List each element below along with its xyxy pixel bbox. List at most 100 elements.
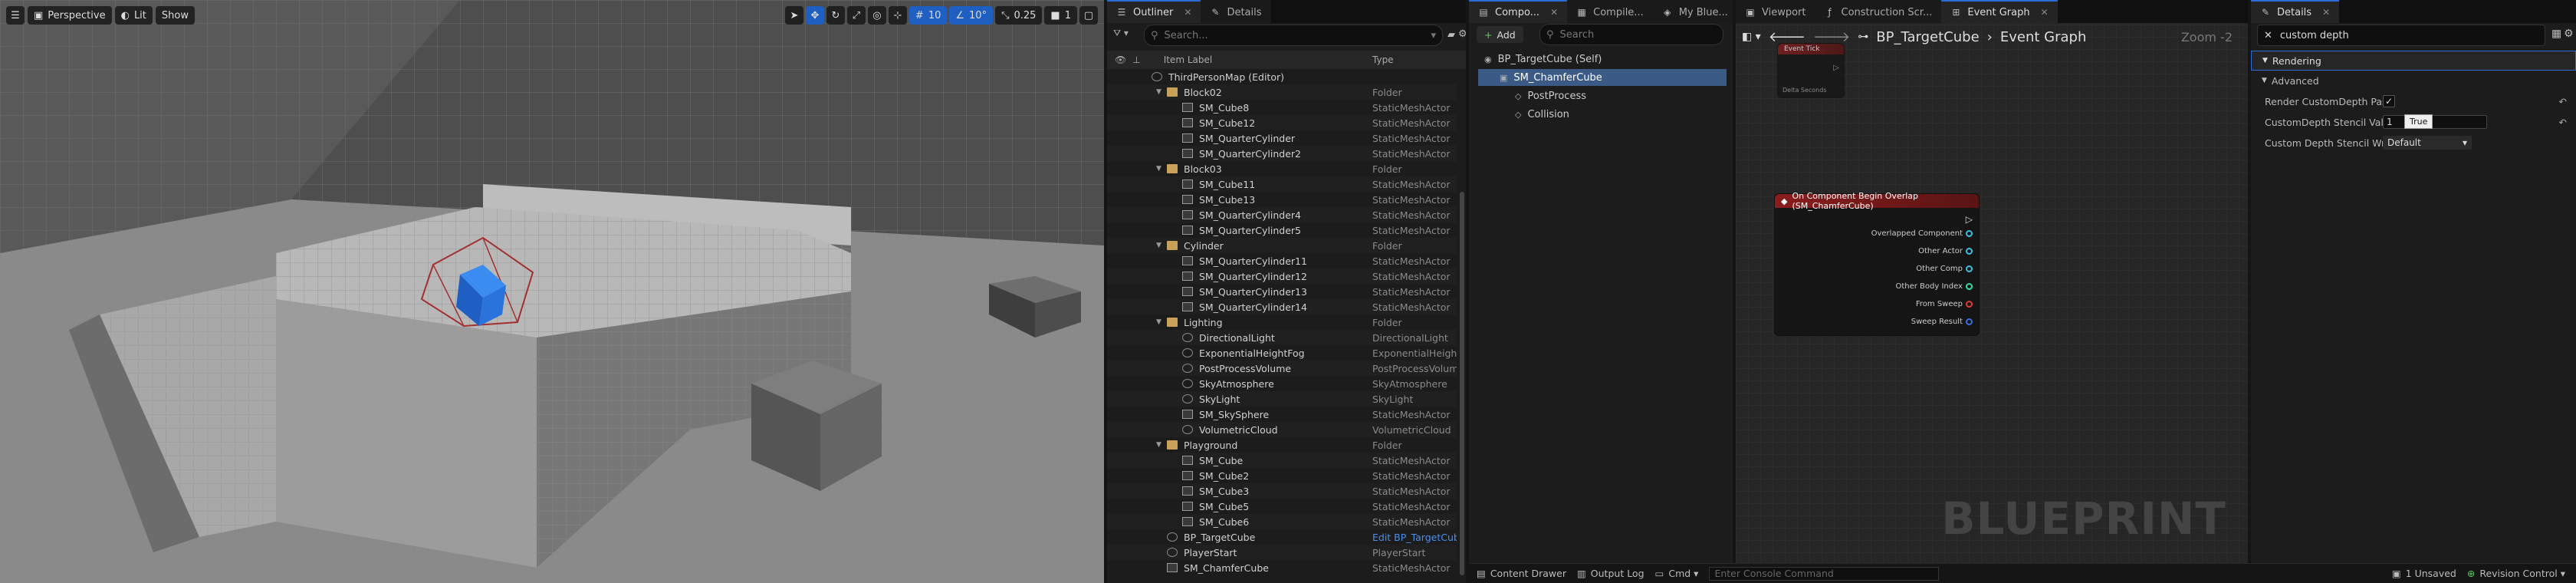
exec-pin-icon[interactable]: ▷ [1833,64,1839,72]
outliner-row[interactable]: SM_QuarterCylinder StaticMeshActor [1107,130,1457,146]
translate-tool-icon[interactable]: ✥ [805,6,824,25]
expand-arrow-icon[interactable]: ▼ [1156,441,1167,449]
pin-connector-icon[interactable] [1966,283,1973,290]
viewport-scene[interactable] [0,0,1104,583]
pin-connector-icon[interactable] [1966,248,1973,255]
close-icon[interactable]: ✕ [2041,7,2049,18]
outliner-row[interactable]: SM_Cube2 StaticMeshActor [1107,468,1457,483]
scale-snap-toggle[interactable]: ⤡ 0.25 [995,6,1043,25]
pin-connector-icon[interactable] [1966,318,1973,325]
details-search-input[interactable]: ✕ custom depth [2257,25,2545,46]
outliner-row[interactable]: ThirdPersonMap (Editor) [1107,69,1457,84]
tab-construction-script[interactable]: ƒ Construction Scr... [1815,0,1942,23]
col-type[interactable]: Type [1372,54,1394,65]
outliner-row[interactable]: SM_QuarterCylinder12 StaticMeshActor [1107,268,1457,284]
content-drawer-button[interactable]: ▤ Content Drawer [1477,568,1566,579]
component-item[interactable]: ◉ BP_TargetCube (Self) [1478,51,1727,68]
visibility-icon[interactable]: 👁 [1115,54,1126,65]
outliner-row[interactable]: SM_Cube13 StaticMeshActor [1107,192,1457,207]
node-output-pin[interactable]: Other Actor [1918,247,1973,255]
component-item[interactable]: ◇ PostProcess [1478,87,1727,104]
render-custom-depth-checkbox[interactable]: ✓ [2383,95,2395,107]
outliner-row[interactable]: SM_ChamferCube StaticMeshActor [1107,560,1457,575]
outliner-row[interactable]: ▼ Cylinder Folder [1107,238,1457,253]
revision-control-button[interactable]: ⊕ Revision Control ▾ [2467,568,2565,579]
tab-components[interactable]: ▤ Compo... ✕ [1469,0,1568,23]
outliner-row[interactable]: ExponentialHeightFog ExponentialHeightF [1107,345,1457,361]
grid-view-icon[interactable]: ▦ [2551,28,2561,40]
section-rendering[interactable]: ▼ Rendering [2251,51,2576,71]
tab-details[interactable]: ✎ Details [1201,0,1271,23]
component-item[interactable]: ▣ SM_ChamferCube [1478,69,1727,86]
node-output-pin[interactable]: Overlapped Component [1871,229,1973,238]
pin-icon[interactable]: ⊥ [1132,54,1140,65]
reset-icon[interactable]: ↶ [2559,96,2567,107]
outliner-row[interactable]: SM_Cube StaticMeshActor [1107,453,1457,468]
pin-connector-icon[interactable] [1966,230,1973,237]
outliner-row[interactable]: VolumetricCloud VolumetricCloud [1107,422,1457,437]
event-tick-node[interactable]: Event Tick ▷ Delta Seconds [1777,43,1845,98]
outliner-row[interactable]: ▼ Lighting Folder [1107,315,1457,330]
outliner-row[interactable]: SM_QuarterCylinder5 StaticMeshActor [1107,222,1457,238]
outliner-row[interactable]: SM_Cube6 StaticMeshActor [1107,514,1457,529]
col-item-label[interactable]: Item Label [1164,54,1213,65]
bookmark-icon[interactable]: ◧ ▾ [1742,31,1761,43]
exec-pin-icon[interactable]: ▷ [1966,214,1973,225]
stencil-write-mask-dropdown[interactable]: Default ▾ [2383,136,2472,150]
level-viewport[interactable]: ☰ ▣ Perspective ◐ Lit Show ➤ ✥ ↻ ⤢ ◎ ⊹ #10… [0,0,1104,583]
console-input[interactable]: Enter Console Command [1709,566,1940,581]
outliner-row[interactable]: SM_Cube8 StaticMeshActor [1107,100,1457,115]
tab-outliner[interactable]: ☰ Outliner ✕ [1107,0,1201,23]
outliner-row[interactable]: SM_Cube11 StaticMeshActor [1107,176,1457,192]
outliner-row[interactable]: BP_TargetCube Edit BP_TargetCub [1107,529,1457,545]
expand-arrow-icon[interactable]: ▼ [1156,88,1167,96]
rotate-tool-icon[interactable]: ↻ [826,6,845,25]
outliner-row[interactable]: SM_QuarterCylinder4 StaticMeshActor [1107,207,1457,222]
grid-snap-toggle[interactable]: #10 [909,6,948,25]
tab-event-graph[interactable]: ⊞ Event Graph ✕ [1941,0,2058,23]
node-output-pin[interactable]: Other Body Index [1895,282,1973,291]
settings-icon[interactable]: ⚙ [1458,28,1466,40]
world-space-icon[interactable]: ◎ [867,6,886,25]
overlap-event-node[interactable]: ◆ On Component Begin Overlap (SM_ChamferC… [1774,191,1980,336]
tab-details-bp[interactable]: ✎ Details ✕ [2251,0,2340,23]
add-folder-icon[interactable]: ▰ [1447,29,1455,41]
outliner-tree[interactable]: ThirdPersonMap (Editor) ▼ Block02 Folder SM_… [1107,69,1457,583]
edit-blueprint-link[interactable]: Edit BP_TargetCub [1372,532,1457,543]
add-component-button[interactable]: + Add [1477,26,1523,43]
outliner-search-input[interactable]: ⚲ Search... ▾ [1144,25,1443,46]
event-graph-panel[interactable]: ▣ Viewport ƒ Construction Scr... ⊞ Event Gr… [1736,0,2248,583]
outliner-row[interactable]: PlayerStart PlayerStart [1107,545,1457,560]
stencil-value-input[interactable]: 1 [2383,115,2487,129]
tab-viewport[interactable]: ▣ Viewport [1736,0,1815,23]
outliner-row[interactable]: ▼ Block03 Folder [1107,161,1457,176]
scale-tool-icon[interactable]: ⤢ [846,6,866,25]
close-icon[interactable]: ✕ [1184,7,1191,18]
outliner-row[interactable]: SM_QuarterCylinder2 StaticMeshActor [1107,146,1457,161]
unsaved-button[interactable]: ▣ 1 Unsaved [2392,568,2456,579]
lit-button[interactable]: ◐ Lit [114,6,153,25]
expand-arrow-icon[interactable]: ▼ [1156,165,1167,173]
viewport-menu-button[interactable]: ☰ [6,6,25,25]
outliner-row[interactable]: PostProcessVolume PostProcessVolum [1107,361,1457,376]
outliner-row[interactable]: DirectionalLight DirectionalLight [1107,330,1457,345]
pin-connector-icon[interactable] [1966,265,1973,272]
cmd-dropdown[interactable]: ▭ Cmd ▾ [1655,568,1699,579]
outliner-row[interactable]: SM_SkySphere StaticMeshActor [1107,407,1457,422]
components-search-input[interactable]: ⚲ Search [1539,24,1723,45]
perspective-button[interactable]: ▣ Perspective [28,6,112,25]
surface-snap-icon[interactable]: ⊹ [888,6,907,25]
outliner-row[interactable]: SM_QuarterCylinder11 StaticMeshActor [1107,253,1457,268]
select-tool-icon[interactable]: ➤ [784,6,803,25]
expand-arrow-icon[interactable]: ▼ [1156,318,1167,326]
outliner-row[interactable]: SkyAtmosphere SkyAtmosphere [1107,376,1457,391]
delta-seconds-pin[interactable]: Delta Seconds [1783,87,1827,94]
node-output-pin[interactable]: Other Comp [1916,265,1973,273]
component-item[interactable]: ◇ Collision [1478,106,1727,123]
filter-icon[interactable]: ⛛ ▾ [1113,28,1129,39]
tab-my-blueprint[interactable]: ◈ My Blue... [1652,0,1733,23]
close-icon[interactable]: ✕ [2322,7,2330,18]
pin-connector-icon[interactable] [1966,301,1973,308]
show-button[interactable]: Show [155,6,195,25]
outliner-row[interactable]: ▼ Block02 Folder [1107,84,1457,100]
